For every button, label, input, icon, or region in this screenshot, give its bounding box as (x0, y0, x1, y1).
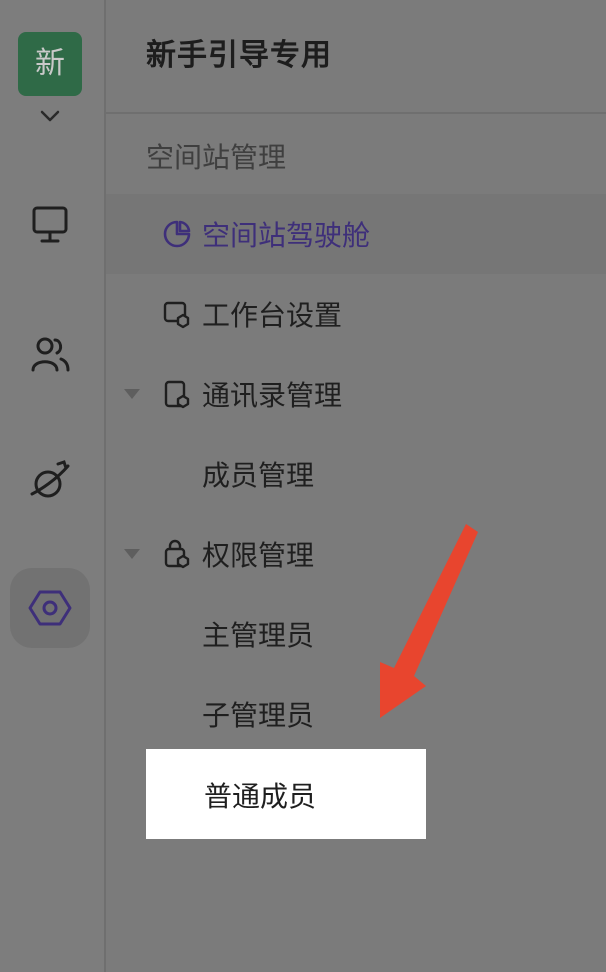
menu-item-members[interactable]: 成员管理 (106, 434, 606, 514)
workspace-avatar[interactable]: 新 (18, 32, 82, 96)
menu-item-permissions[interactable]: 权限管理 (106, 514, 606, 594)
monitor-icon[interactable] (28, 202, 72, 246)
menu-item-label: 通讯录管理 (202, 379, 343, 412)
menu-item-label: 主管理员 (202, 619, 315, 652)
menu-item-label: 成员管理 (202, 459, 315, 492)
lock-settings-icon (164, 539, 190, 569)
section-label: 空间站管理 (146, 141, 287, 174)
menu-item-workbench[interactable]: 工作台设置 (106, 274, 606, 354)
left-rail: 新 (0, 0, 106, 972)
users-icon[interactable] (28, 332, 72, 376)
workspace-title: 新手引导专用 (146, 38, 332, 73)
menu-item-label: 普通成员 (204, 780, 317, 813)
menu-item-label: 权限管理 (202, 539, 315, 572)
workbench-settings-icon (163, 301, 190, 329)
menu-item-contacts[interactable]: 通讯录管理 (106, 354, 606, 434)
menu-item-label: 子管理员 (202, 699, 315, 732)
contacts-book-icon (164, 380, 190, 409)
hexagon-settings-icon[interactable] (28, 586, 72, 630)
menu-item-label: 空间站驾驶舱 (202, 219, 371, 252)
menu-item-cockpit[interactable]: 空间站驾驶舱 (106, 194, 606, 274)
menu-item-sub-admin[interactable]: 子管理员 (106, 674, 606, 754)
pie-chart-icon (163, 220, 191, 248)
divider (106, 112, 606, 114)
planet-icon[interactable] (28, 458, 72, 502)
menu-item-regular-member[interactable]: 普通成员 (146, 749, 426, 839)
menu-item-label: 工作台设置 (202, 299, 343, 332)
chevron-down-icon[interactable] (38, 104, 62, 128)
menu-item-main-admin[interactable]: 主管理员 (106, 594, 606, 674)
